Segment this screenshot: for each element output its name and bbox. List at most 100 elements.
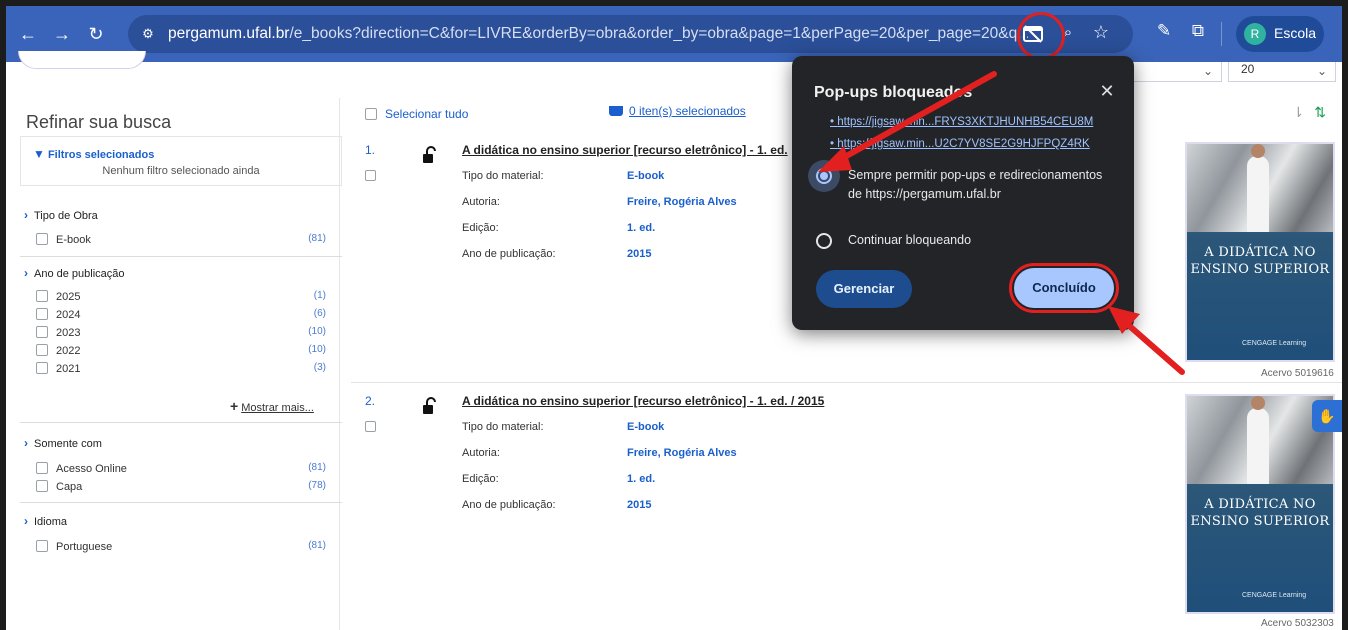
checkbox[interactable]: [36, 233, 48, 245]
option-label: E-book: [56, 234, 91, 246]
book-cover[interactable]: A DIDÁTICA NO ENSINO SUPERIOR CENGAGE Le…: [1185, 142, 1335, 362]
checkbox[interactable]: [36, 462, 48, 474]
section-label: Idioma: [34, 516, 68, 528]
item-checkbox[interactable]: [365, 421, 376, 432]
option-count: (81): [308, 540, 326, 551]
blocked-popup-link[interactable]: • https://jigsaw.min...U2C7YV8SE2G9HJFPQ…: [830, 138, 1090, 150]
search-button-edge[interactable]: [18, 51, 146, 69]
filters-title-text: Filtros selecionados: [47, 149, 155, 161]
address-bar[interactable]: ⚙ pergamum.ufal.br/e_books?direction=C&f…: [128, 15, 1133, 53]
section-ano-publicacao[interactable]: › Ano de publicação: [24, 266, 125, 280]
option-2024[interactable]: 2024 (6): [36, 308, 326, 322]
bookmark-star-icon[interactable]: ☆: [1090, 22, 1112, 44]
pen-extension-icon[interactable]: ✎: [1152, 21, 1176, 45]
year-label: Ano de publicação:: [462, 248, 556, 260]
option-count: (10): [308, 344, 326, 355]
back-icon[interactable]: ←: [16, 22, 40, 46]
selected-items-link[interactable]: 0 iten(s) selecionados: [609, 104, 746, 118]
per-page-select[interactable]: 20 ⌄: [1228, 62, 1336, 82]
allow-popups-radio[interactable]: [816, 168, 832, 184]
option-label: 2022: [56, 345, 81, 357]
option-2022[interactable]: 2022 (10): [36, 344, 326, 358]
site-info-icon[interactable]: ⚙: [138, 24, 158, 44]
select-all-label: Selecionar tudo: [385, 107, 469, 121]
option-count: (3): [313, 362, 326, 373]
divider: [20, 502, 342, 503]
checkbox[interactable]: [36, 344, 48, 356]
cover-figure: [1247, 144, 1269, 232]
extensions-puzzle-icon[interactable]: ⧉: [1186, 21, 1210, 45]
option-count: (81): [308, 462, 326, 473]
chevron-down-icon: ⌄: [1316, 64, 1327, 78]
checkbox[interactable]: [36, 480, 48, 492]
option-label: Acesso Online: [56, 463, 127, 475]
section-idioma[interactable]: › Idioma: [24, 514, 67, 528]
checkbox[interactable]: [365, 108, 377, 120]
option-count: (81): [308, 233, 326, 244]
option-capa[interactable]: Capa (78): [36, 480, 326, 494]
url-path: /e_books?direction=C&for=LIVRE&orderBy=o…: [289, 25, 1028, 42]
option-portuguese[interactable]: Portuguese (81): [36, 540, 326, 554]
option-ebook[interactable]: E-book (81): [36, 233, 326, 247]
forward-icon[interactable]: →: [50, 22, 74, 46]
checkbox[interactable]: [36, 290, 48, 302]
accessibility-hand-icon[interactable]: ✋: [1312, 400, 1342, 432]
chevron-down-icon: ⌄: [1202, 64, 1213, 78]
show-more-text: Mostrar mais...: [241, 402, 314, 414]
url-text[interactable]: pergamum.ufal.br/e_books?direction=C&for…: [168, 25, 1028, 43]
option-2025[interactable]: 2025 (1): [36, 290, 326, 304]
option-count: (78): [308, 480, 326, 491]
chevron-right-icon: ›: [24, 208, 28, 222]
manage-button[interactable]: Gerenciar: [816, 270, 912, 308]
author-value[interactable]: Freire, Rogéria Alves: [627, 447, 737, 459]
option-count: (6): [313, 308, 326, 319]
divider: [20, 422, 342, 423]
done-button[interactable]: Concluído: [1014, 268, 1114, 308]
chevron-right-icon: ›: [24, 514, 28, 528]
type-label: Tipo do material:: [462, 421, 544, 433]
cover-publisher: CENGAGE Learning: [1242, 340, 1307, 347]
unlocked-icon: [423, 397, 436, 414]
sidebar-title: Refinar sua busca: [26, 112, 172, 132]
selected-items-text: 0 iten(s) selecionados: [629, 104, 746, 118]
checkbox[interactable]: [36, 308, 48, 320]
section-somente-com[interactable]: › Somente com: [24, 436, 102, 450]
selected-filters-box: ▼ Filtros selecionados Nenhum filtro sel…: [20, 136, 342, 186]
author-value[interactable]: Freire, Rogéria Alves: [627, 196, 737, 208]
profile-button[interactable]: R Escola: [1236, 16, 1324, 52]
show-more-link[interactable]: + Mostrar mais...: [230, 398, 314, 414]
checkbox[interactable]: [36, 326, 48, 338]
reload-icon[interactable]: ↻: [84, 22, 108, 46]
filter-funnel-icon: ▼: [33, 147, 45, 161]
item-title-link[interactable]: A didática no ensino superior [recurso e…: [462, 394, 824, 408]
edition-label: Edição:: [462, 473, 499, 485]
item-number: 1.: [365, 143, 376, 157]
section-label: Ano de publicação: [34, 268, 125, 280]
sort-asc-icon[interactable]: ⇅: [1314, 104, 1326, 120]
per-page-value: 20: [1241, 62, 1255, 76]
keep-blocking-label[interactable]: Continuar bloqueando: [848, 231, 1118, 250]
section-tipo-obra[interactable]: › Tipo de Obra: [24, 208, 98, 222]
option-label: 2025: [56, 291, 81, 303]
item-title-link[interactable]: A didática no ensino superior [recurso e…: [462, 143, 788, 157]
section-label: Tipo de Obra: [34, 210, 98, 222]
sort-select[interactable]: ⌄: [1132, 62, 1222, 82]
close-icon[interactable]: ✕: [1096, 80, 1118, 102]
option-acesso-online[interactable]: Acesso Online (81): [36, 462, 326, 476]
option-label: Portuguese: [56, 541, 113, 553]
profile-name: Escola: [1274, 25, 1317, 41]
edition-label: Edição:: [462, 222, 499, 234]
cover-publisher: CENGAGE Learning: [1242, 592, 1307, 599]
popups-blocked-dialog: Pop-ups bloqueados ✕ • https://jigsaw.mi…: [792, 56, 1134, 330]
checkbox[interactable]: [36, 540, 48, 552]
option-2021[interactable]: 2021 (3): [36, 362, 326, 376]
url-host: pergamum.ufal.br: [168, 25, 290, 42]
sort-desc-icon[interactable]: ⇂: [1293, 104, 1305, 120]
checkbox[interactable]: [36, 362, 48, 374]
item-checkbox[interactable]: [365, 170, 376, 181]
select-all[interactable]: Selecionar tudo: [365, 107, 468, 121]
allow-popups-label[interactable]: Sempre permitir pop-ups e redirecionamen…: [848, 166, 1118, 204]
blocked-popup-link[interactable]: • https://jigsaw.min...FRYS3XKTJHUNHB54C…: [830, 116, 1093, 128]
keep-blocking-radio[interactable]: [816, 233, 832, 249]
option-2023[interactable]: 2023 (10): [36, 326, 326, 340]
